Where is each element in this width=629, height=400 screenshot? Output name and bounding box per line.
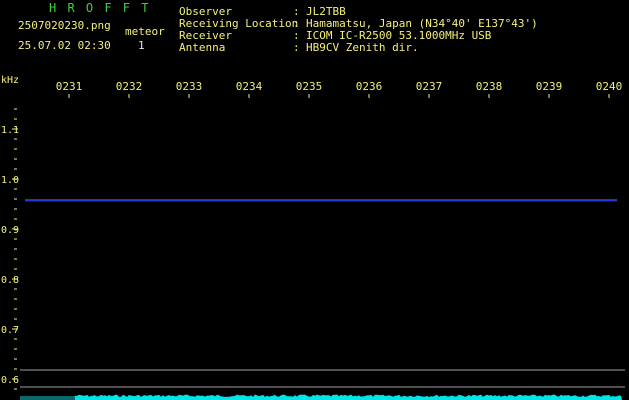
spectrogram-plot: kHz1.11.00.90.80.70.6 0231 0232 0233 0234 02… xyxy=(1,75,625,400)
x-tick-label: 0234 xyxy=(236,80,263,93)
x-tick-label: 0237 xyxy=(416,80,443,93)
x-tick-label: 0238 xyxy=(476,80,503,93)
y-tick-label: 0.7 xyxy=(1,325,19,336)
y-tick-label: 0.8 xyxy=(1,275,19,286)
x-tick-label: 0233 xyxy=(176,80,203,93)
x-tick-label: 0231 xyxy=(56,80,83,93)
x-axis: 0231 0232 0233 0234 0235 0236 0237 0238 0239 0240 xyxy=(56,80,623,98)
y-tick-label: 0.9 xyxy=(1,225,19,236)
y-axis: kHz 1.1 1.0 0.9 0.8 0.7 0.6 xyxy=(1,75,19,390)
x-tick-label: 0232 xyxy=(116,80,143,93)
y-axis-label: kHz xyxy=(1,75,19,86)
y-tick-label: 0.6 xyxy=(1,375,19,386)
noise-band-fill xyxy=(75,394,622,400)
x-tick-label: 0236 xyxy=(356,80,383,93)
y-tick-label: 1.0 xyxy=(1,175,19,186)
y-tick-label: 1.1 xyxy=(1,125,19,136)
series-layer xyxy=(25,199,617,202)
x-tick-label: 0240 xyxy=(596,80,623,93)
x-tick-label: 0239 xyxy=(536,80,563,93)
noise-band-left xyxy=(20,396,75,400)
x-tick-label: 0235 xyxy=(296,80,323,93)
noise-band xyxy=(20,369,625,400)
